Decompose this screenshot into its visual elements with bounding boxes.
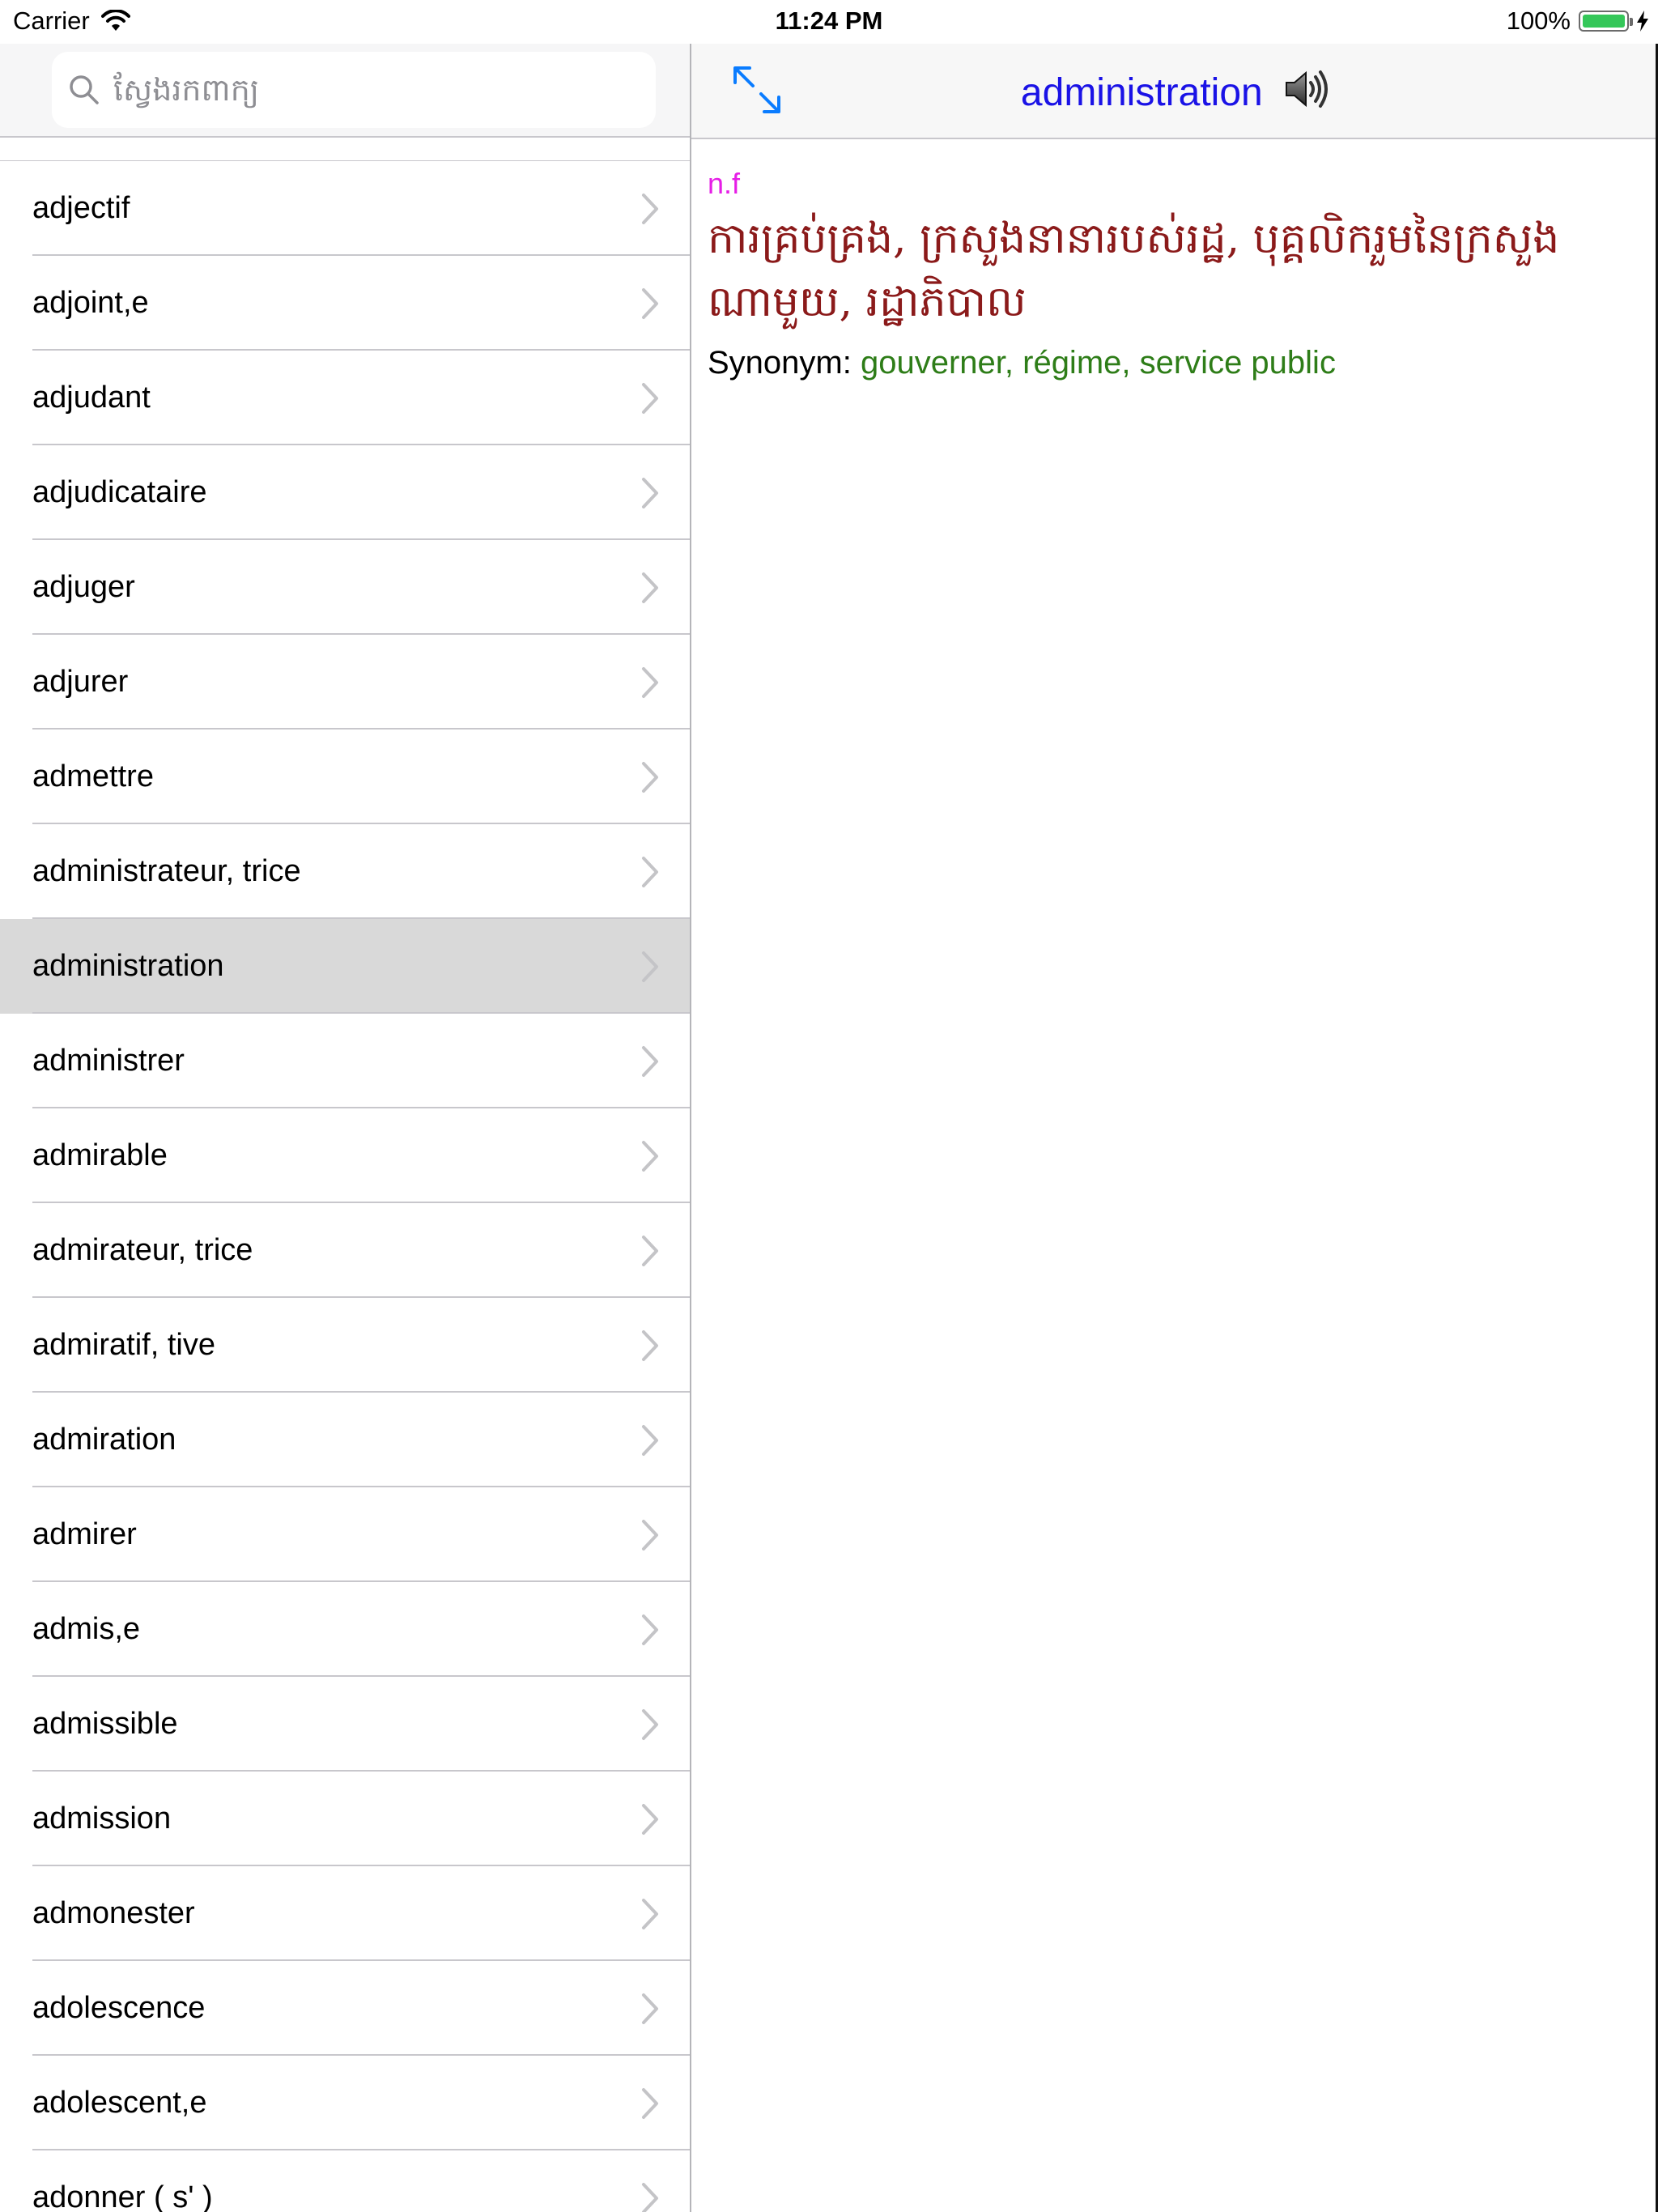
chevron-right-icon <box>642 1708 658 1740</box>
list-item-label: admis,e <box>32 1612 141 1646</box>
list-item[interactable]: admonester <box>0 1866 690 1961</box>
chevron-right-icon <box>642 761 658 793</box>
synonym-label: Synonym: <box>708 345 852 381</box>
list-item[interactable]: admirer <box>0 1487 690 1582</box>
chevron-right-icon <box>642 1993 658 2024</box>
search-input[interactable] <box>112 71 617 108</box>
list-item[interactable]: admettre <box>0 730 690 824</box>
battery-percent: 100% <box>1506 6 1571 35</box>
detail-pane: administration n.f ការគ្រប់គ្រង, ក្រសួងន… <box>691 44 1658 2212</box>
list-item[interactable]: adolescent,e <box>0 2056 690 2150</box>
list-item-label: adjoint,e <box>32 286 149 320</box>
list-item[interactable]: adjoint,e <box>0 256 690 351</box>
list-item-label: admirateur, trice <box>32 1233 253 1267</box>
chevron-right-icon <box>642 193 658 224</box>
status-right: 100% <box>1507 6 1648 36</box>
list-item[interactable]: admissible <box>0 1677 690 1772</box>
speaker-button[interactable] <box>1283 68 1329 120</box>
list-item[interactable]: administration <box>0 919 690 1014</box>
list-item-label: administrer <box>32 1044 185 1078</box>
chevron-right-icon <box>642 1045 658 1077</box>
list-item-label: adolescent,e <box>32 2086 207 2120</box>
list-item-label: adjudicataire <box>32 475 207 509</box>
search-field[interactable] <box>52 52 656 128</box>
list-item[interactable]: admission <box>0 1772 690 1866</box>
list-item[interactable]: administrer <box>0 1014 690 1108</box>
list-item[interactable]: adjudicataire <box>0 445 690 540</box>
list-item[interactable]: adolescence <box>0 1961 690 2056</box>
chevron-right-icon <box>642 1614 658 1645</box>
list-item-label: administrateur, trice <box>32 854 301 888</box>
chevron-right-icon <box>642 1235 658 1266</box>
chevron-right-icon <box>642 1803 658 1835</box>
nav-title-wrap: administration <box>691 68 1658 120</box>
status-bar: Carrier 11:24 PM 100% <box>0 0 1658 44</box>
chevron-right-icon <box>642 477 658 508</box>
search-icon <box>70 75 99 104</box>
list-item-label: administration <box>32 949 224 983</box>
synonym-values: gouverner, régime, service public <box>860 345 1336 381</box>
entry-content: n.f ការគ្រប់គ្រង, ក្រសួងនានារបស់រដ្ឋ, បុ… <box>708 167 1639 381</box>
list-item[interactable]: admirable <box>0 1108 690 1203</box>
list-item-label: admirable <box>32 1138 168 1172</box>
word-list: adjectif adjoint,e adjudant adjudicataire ad… <box>0 160 690 2212</box>
chevron-right-icon <box>642 2182 658 2212</box>
list-item-label: adjudant <box>32 381 151 415</box>
list-item-label: admonester <box>32 1896 195 1930</box>
synonym-line: Synonym: gouverner, régime, service publ… <box>708 345 1639 381</box>
list-item-label: admiration <box>32 1423 176 1457</box>
list-item[interactable]: adjuger <box>0 540 690 635</box>
list-item[interactable]: adjudant <box>0 351 690 445</box>
chevron-right-icon <box>642 572 658 603</box>
chevron-right-icon <box>642 1898 658 1929</box>
chevron-right-icon <box>642 951 658 982</box>
list-item[interactable]: administrateur, trice <box>0 824 690 919</box>
list-item[interactable]: adjectif <box>0 161 690 256</box>
master-pane: adjectif adjoint,e adjudant adjudicataire ad… <box>0 44 690 2212</box>
chevron-right-icon <box>642 2087 658 2119</box>
list-item-label: adjuger <box>32 570 135 604</box>
list-item-label: adjurer <box>32 665 129 699</box>
part-of-speech: n.f <box>708 167 741 200</box>
list-item-label: admettre <box>32 759 154 793</box>
list-item-label: admirer <box>32 1517 137 1551</box>
list-item-label: adjectif <box>32 191 130 225</box>
chevron-right-icon <box>642 1519 658 1551</box>
status-time: 11:24 PM <box>775 6 883 35</box>
list-item[interactable]: admiratif, tive <box>0 1298 690 1393</box>
speaker-icon <box>1286 70 1329 108</box>
list-item[interactable]: admiration <box>0 1393 690 1487</box>
chevron-right-icon <box>642 1140 658 1172</box>
detail-nav-bar: administration <box>691 44 1658 139</box>
list-item-label: admiratif, tive <box>32 1328 215 1362</box>
search-bar <box>0 44 690 138</box>
battery-icon <box>1579 11 1633 32</box>
list-item[interactable]: adjurer <box>0 635 690 730</box>
charging-bolt-icon <box>1637 11 1648 32</box>
list-item-label: adonner ( s' ) <box>32 2180 213 2212</box>
chevron-right-icon <box>642 382 658 414</box>
list-item[interactable]: adonner ( s' ) <box>0 2150 690 2212</box>
chevron-right-icon <box>642 1329 658 1361</box>
list-item[interactable]: admis,e <box>0 1582 690 1677</box>
list-item-label: admission <box>32 1802 172 1836</box>
list-item-label: adolescence <box>32 1991 206 2025</box>
chevron-right-icon <box>642 287 658 319</box>
chevron-right-icon <box>642 666 658 698</box>
chevron-right-icon <box>642 856 658 887</box>
entry-title: administration <box>1020 71 1263 114</box>
list-item-label: admissible <box>32 1707 178 1741</box>
definition-text: ការគ្រប់គ្រង, ក្រសួងនានារបស់រដ្ឋ, បុគ្គល… <box>708 215 1560 326</box>
list-item[interactable]: admirateur, trice <box>0 1203 690 1298</box>
chevron-right-icon <box>642 1424 658 1456</box>
